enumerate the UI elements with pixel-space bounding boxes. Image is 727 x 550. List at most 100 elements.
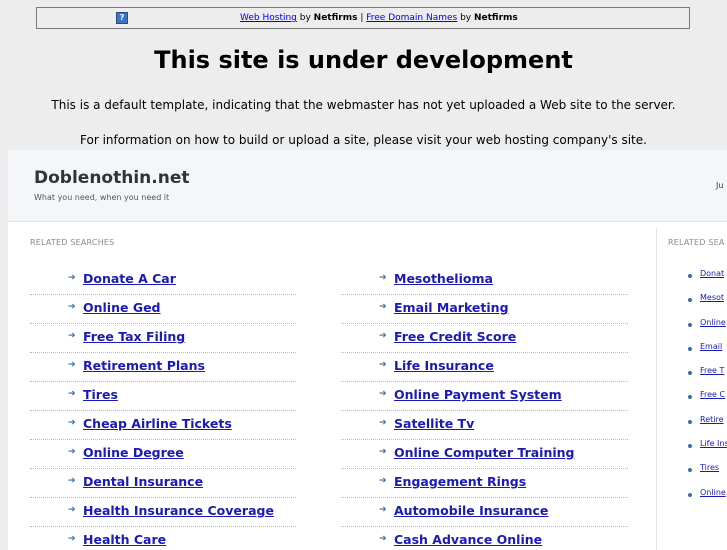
bullet-icon <box>688 371 692 376</box>
bullet-icon <box>688 468 692 473</box>
arrow-right-icon: ➔ <box>379 360 387 370</box>
hosting-info-text: For information on how to build or uploa… <box>80 133 647 147</box>
side-search-link[interactable]: Retire <box>700 415 724 424</box>
arrow-right-icon: ➔ <box>379 505 387 515</box>
arrow-right-icon: ➔ <box>68 534 76 544</box>
arrow-right-icon: ➔ <box>379 331 387 341</box>
related-search-item: ➔ Cheap Airline Tickets <box>30 411 296 440</box>
banner-links: Web Hosting by Netfirms | Free Domain Na… <box>240 8 518 28</box>
related-search-link[interactable]: Health Insurance Coverage <box>83 503 274 518</box>
related-search-link[interactable]: Online Computer Training <box>394 445 575 460</box>
free-domain-names-link[interactable]: Free Domain Names <box>366 13 457 23</box>
bullet-icon <box>688 419 692 424</box>
side-search-item: Mesot <box>680 290 727 314</box>
side-search-item: Donat <box>680 266 727 290</box>
top-banner: ? Web Hosting by Netfirms | Free Domain … <box>36 7 690 29</box>
related-search-item: ➔ Online Computer Training <box>341 440 628 469</box>
related-search-link[interactable]: Online Ged <box>83 300 161 315</box>
frame-header: Doblenothin.net What you need, when you … <box>8 150 727 222</box>
related-search-link[interactable]: Mesothelioma <box>394 271 493 286</box>
side-search-link[interactable]: Tires <box>700 463 719 472</box>
arrow-right-icon: ➔ <box>68 360 76 370</box>
banner-brand: Netfirms <box>313 13 358 23</box>
column-divider <box>656 228 657 550</box>
side-search-link[interactable]: Donat <box>700 269 724 278</box>
banner-by-text: by <box>296 13 314 23</box>
banner-separator: | <box>357 13 367 23</box>
side-search-item: Free T <box>680 363 727 387</box>
related-search-item: ➔ Life Insurance <box>341 353 628 382</box>
related-search-item: ➔ Tires <box>30 382 296 411</box>
header-right-text: Ju <box>716 181 724 190</box>
side-search-link[interactable]: Mesot <box>700 293 724 302</box>
related-search-item: ➔ Email Marketing <box>341 295 628 324</box>
related-search-link[interactable]: Retirement Plans <box>83 358 205 373</box>
parked-domain-frame: Doblenothin.net What you need, when you … <box>8 150 727 550</box>
side-search-link[interactable]: Online <box>700 318 726 327</box>
related-searches-left: ➔ Donate A Car ➔ Online Ged ➔ Free Tax Filing… <box>30 266 296 550</box>
side-search-item: Online <box>680 485 727 509</box>
related-search-item: ➔ Dental Insurance <box>30 469 296 498</box>
page-title: This site is under development <box>154 46 573 74</box>
related-search-link[interactable]: Dental Insurance <box>83 474 203 489</box>
related-search-link[interactable]: Cheap Airline Tickets <box>83 416 232 431</box>
tagline: What you need, when you need it <box>34 193 170 202</box>
bullet-icon <box>688 492 692 497</box>
arrow-right-icon: ➔ <box>68 476 76 486</box>
related-search-link[interactable]: Automobile Insurance <box>394 503 548 518</box>
related-search-item: ➔ Retirement Plans <box>30 353 296 382</box>
side-related-searches: Donat Mesot Online Email Free T Free C Retire L… <box>680 266 727 509</box>
related-search-item: ➔ Engagement Rings <box>341 469 628 498</box>
arrow-right-icon: ➔ <box>379 273 387 283</box>
related-search-item: ➔ Health Care <box>30 527 296 550</box>
related-searches-label: RELATED SEARCHES <box>30 238 115 247</box>
bullet-icon <box>688 298 692 303</box>
arrow-right-icon: ➔ <box>68 273 76 283</box>
related-search-link[interactable]: Tires <box>83 387 118 402</box>
domain-name[interactable]: Doblenothin.net <box>34 168 189 188</box>
arrow-right-icon: ➔ <box>68 331 76 341</box>
related-search-item: ➔ Satellite Tv <box>341 411 628 440</box>
related-search-link[interactable]: Online Payment System <box>394 387 562 402</box>
bullet-icon <box>688 444 692 449</box>
side-search-link[interactable]: Free T <box>700 366 724 375</box>
bullet-icon <box>688 395 692 400</box>
side-search-item: Online <box>680 315 727 339</box>
related-search-item: ➔ Online Degree <box>30 440 296 469</box>
related-search-link[interactable]: Satellite Tv <box>394 416 474 431</box>
side-search-link[interactable]: Life Ins <box>700 439 727 448</box>
side-related-searches-label: RELATED SEA <box>668 238 725 247</box>
banner-by-text: by <box>457 13 474 23</box>
web-hosting-link[interactable]: Web Hosting <box>240 13 297 23</box>
related-search-item: ➔ Mesothelioma <box>341 266 628 295</box>
arrow-right-icon: ➔ <box>68 505 76 515</box>
arrow-right-icon: ➔ <box>379 534 387 544</box>
related-search-link[interactable]: Free Credit Score <box>394 329 516 344</box>
arrow-right-icon: ➔ <box>379 418 387 428</box>
related-search-link[interactable]: Life Insurance <box>394 358 494 373</box>
related-search-link[interactable]: Online Degree <box>83 445 184 460</box>
arrow-right-icon: ➔ <box>379 476 387 486</box>
related-search-item: ➔ Automobile Insurance <box>341 498 628 527</box>
side-search-link[interactable]: Free C <box>700 390 725 399</box>
arrow-right-icon: ➔ <box>379 447 387 457</box>
arrow-right-icon: ➔ <box>68 418 76 428</box>
related-search-item: ➔ Online Payment System <box>341 382 628 411</box>
related-search-link[interactable]: Donate A Car <box>83 271 176 286</box>
side-search-link[interactable]: Email <box>700 342 722 351</box>
arrow-right-icon: ➔ <box>379 389 387 399</box>
related-search-link[interactable]: Email Marketing <box>394 300 509 315</box>
related-search-link[interactable]: Engagement Rings <box>394 474 526 489</box>
related-search-link[interactable]: Free Tax Filing <box>83 329 185 344</box>
related-searches-right: ➔ Mesothelioma ➔ Email Marketing ➔ Free Credi… <box>341 266 628 550</box>
related-search-item: ➔ Health Insurance Coverage <box>30 498 296 527</box>
side-search-item: Free C <box>680 387 727 411</box>
side-search-item: Tires <box>680 460 727 484</box>
question-mark-icon[interactable]: ? <box>116 12 128 24</box>
related-search-item: ➔ Free Tax Filing <box>30 324 296 353</box>
side-search-item: Retire <box>680 412 727 436</box>
related-search-item: ➔ Donate A Car <box>30 266 296 295</box>
related-search-item: ➔ Online Ged <box>30 295 296 324</box>
banner-brand: Netfirms <box>473 13 518 23</box>
side-search-link[interactable]: Online <box>700 488 726 497</box>
